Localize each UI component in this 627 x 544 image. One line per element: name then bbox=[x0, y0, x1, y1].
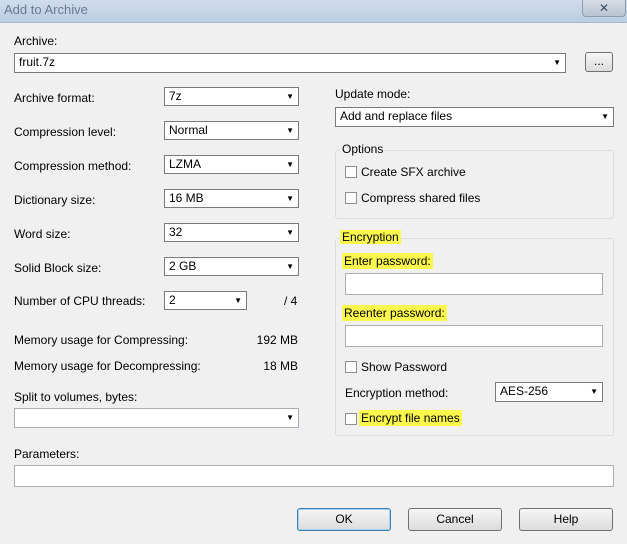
encryption-title: Encryption bbox=[340, 230, 401, 244]
cpu-threads-select[interactable]: 2 ▼ bbox=[164, 291, 247, 310]
update-mode-value: Add and replace files bbox=[340, 109, 453, 123]
solid-block-size-value: 2 GB bbox=[169, 259, 197, 273]
sfx-label: Create SFX archive bbox=[361, 165, 466, 179]
chevron-down-icon: ▼ bbox=[601, 112, 609, 121]
close-icon: ✕ bbox=[598, 1, 610, 15]
chevron-down-icon: ▼ bbox=[234, 296, 242, 305]
parameters-input[interactable] bbox=[14, 465, 614, 487]
encrypt-file-names-checkbox[interactable] bbox=[345, 413, 357, 425]
dictionary-size-value: 16 MB bbox=[169, 191, 204, 205]
compression-level-label: Compression level: bbox=[14, 125, 117, 139]
dictionary-size-label: Dictionary size: bbox=[14, 193, 96, 207]
chevron-down-icon: ▼ bbox=[286, 194, 294, 203]
cpu-threads-label: Number of CPU threads: bbox=[14, 294, 146, 308]
solid-block-size-label: Solid Block size: bbox=[14, 261, 102, 275]
sfx-checkbox[interactable] bbox=[345, 166, 357, 178]
cpu-threads-max: / 4 bbox=[284, 294, 298, 308]
reenter-password-input[interactable] bbox=[345, 325, 603, 347]
word-size-label: Word size: bbox=[14, 227, 71, 241]
show-password-checkbox[interactable] bbox=[345, 361, 357, 373]
compression-method-label: Compression method: bbox=[14, 159, 132, 173]
chevron-down-icon: ▼ bbox=[286, 126, 294, 135]
memory-compress-label: Memory usage for Compressing: bbox=[14, 333, 189, 347]
encryption-method-value: AES-256 bbox=[500, 384, 549, 398]
archive-format-value: 7z bbox=[169, 89, 182, 103]
archive-label: Archive: bbox=[14, 34, 58, 48]
update-mode-label: Update mode: bbox=[335, 87, 411, 101]
memory-decompress-label: Memory usage for Decompressing: bbox=[14, 359, 201, 373]
memory-decompress-value: 18 MB bbox=[263, 359, 298, 373]
compression-method-select[interactable]: LZMA ▼ bbox=[164, 155, 299, 174]
archive-format-label: Archive format: bbox=[14, 91, 95, 105]
word-size-value: 32 bbox=[169, 225, 183, 239]
chevron-down-icon: ▼ bbox=[286, 228, 294, 237]
encryption-method-label: Encryption method: bbox=[345, 386, 449, 400]
archive-value: fruit.7z bbox=[19, 55, 56, 69]
encryption-method-select[interactable]: AES-256 ▼ bbox=[495, 382, 603, 402]
cancel-button[interactable]: Cancel bbox=[408, 508, 502, 531]
cpu-threads-value: 2 bbox=[169, 293, 176, 307]
encrypt-file-names-label: Encrypt file names bbox=[359, 410, 462, 426]
title-bar bbox=[0, 0, 627, 23]
compress-shared-label: Compress shared files bbox=[361, 191, 481, 205]
update-mode-select[interactable]: Add and replace files ▼ bbox=[335, 107, 614, 127]
close-button[interactable]: ✕ bbox=[582, 0, 626, 17]
split-volumes-label: Split to volumes, bytes: bbox=[14, 390, 138, 404]
enter-password-label: Enter password: bbox=[342, 253, 433, 269]
options-title: Options bbox=[340, 142, 386, 156]
chevron-down-icon: ▼ bbox=[286, 262, 294, 271]
compression-level-select[interactable]: Normal ▼ bbox=[164, 121, 299, 140]
memory-compress-value: 192 MB bbox=[256, 333, 298, 347]
chevron-down-icon: ▼ bbox=[590, 387, 598, 396]
ok-button[interactable]: OK bbox=[297, 508, 391, 531]
enter-password-input[interactable] bbox=[345, 273, 603, 295]
archive-combobox[interactable]: fruit.7z ▼ bbox=[14, 53, 566, 73]
help-button[interactable]: Help bbox=[519, 508, 613, 531]
solid-block-size-select[interactable]: 2 GB ▼ bbox=[164, 257, 299, 276]
archive-format-select[interactable]: 7z ▼ bbox=[164, 87, 299, 106]
chevron-down-icon: ▼ bbox=[553, 58, 561, 67]
window-title: Add to Archive bbox=[4, 2, 88, 17]
word-size-select[interactable]: 32 ▼ bbox=[164, 223, 299, 242]
compression-method-value: LZMA bbox=[169, 157, 202, 171]
dictionary-size-select[interactable]: 16 MB ▼ bbox=[164, 189, 299, 208]
parameters-label: Parameters: bbox=[14, 447, 80, 461]
options-group bbox=[335, 150, 614, 219]
compression-level-value: Normal bbox=[169, 123, 208, 137]
reenter-password-label: Reenter password: bbox=[342, 305, 447, 321]
browse-button[interactable]: ... bbox=[585, 52, 613, 72]
show-password-label: Show Password bbox=[361, 360, 448, 374]
chevron-down-icon: ▼ bbox=[286, 92, 294, 101]
chevron-down-icon: ▼ bbox=[286, 160, 294, 169]
compress-shared-checkbox[interactable] bbox=[345, 192, 357, 204]
chevron-down-icon: ▼ bbox=[286, 413, 294, 422]
split-volumes-combobox[interactable]: ▼ bbox=[14, 408, 299, 428]
